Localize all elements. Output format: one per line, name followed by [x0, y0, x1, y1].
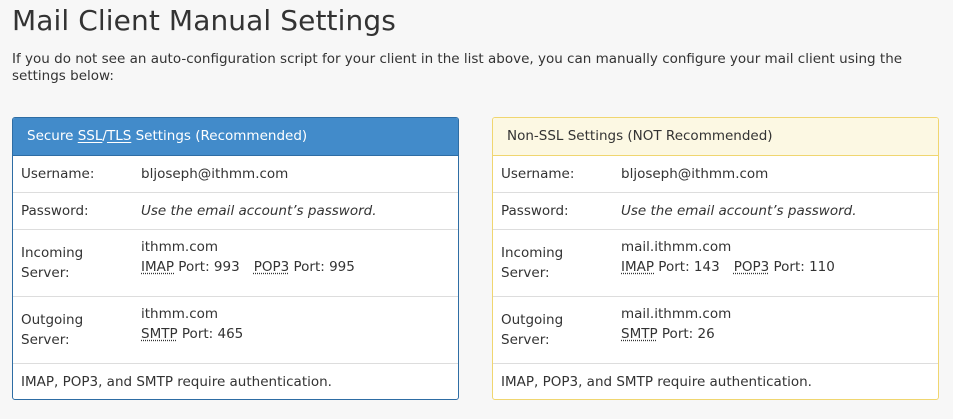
ssl-auth-note-row: IMAP, POP3, and SMTP require authenticat… [13, 364, 458, 399]
ssl-password-value: Use the email account’s password. [141, 203, 377, 219]
ssl-incoming-ports: IMAP Port: 993 POP3 Port: 995 [141, 257, 355, 277]
nonssl-outgoing-row: Outgoing Server: mail.ithmm.com SMTP Por… [493, 297, 938, 364]
tls-abbr: TLS [106, 128, 132, 144]
nonssl-username-row: Username: bljoseph@ithmm.com [493, 156, 938, 193]
nonssl-password-label: Password: [501, 203, 569, 219]
nonssl-panel-heading: Non-SSL Settings (NOT Recommended) [493, 118, 938, 156]
ssl-pop3-port: Port: 995 [289, 259, 355, 275]
nonssl-incoming-value: mail.ithmm.com IMAP Port: 143 POP3 Port: … [621, 237, 835, 277]
ssl-outgoing-host: ithmm.com [141, 306, 219, 322]
ssl-smtp-port: Port: 465 [177, 326, 244, 342]
ssl-incoming-row: Incoming Server: ithmm.com IMAP Port: 99… [13, 230, 458, 297]
nonssl-pop3-abbr: POP3 [733, 259, 770, 275]
ssl-heading-prefix: Secure [27, 128, 78, 144]
ssl-incoming-label: Incoming Server: [21, 245, 84, 281]
nonssl-auth-note: IMAP, POP3, and SMTP require authenticat… [501, 374, 812, 390]
nonssl-smtp-abbr: SMTP [621, 326, 658, 342]
page-title: Mail Client Manual Settings [12, 4, 396, 37]
ssl-panel-heading: Secure SSL/TLS Settings (Recommended) [13, 118, 458, 156]
nonssl-smtp-port: Port: 26 [657, 326, 715, 342]
ssl-password-label: Password: [21, 203, 89, 219]
ssl-username-value: bljoseph@ithmm.com [141, 166, 289, 182]
nonssl-username-label: Username: [501, 166, 575, 182]
ssl-incoming-value: ithmm.com IMAP Port: 993 POP3 Port: 995 [141, 237, 355, 277]
ssl-pop3-abbr: POP3 [253, 259, 290, 275]
nonssl-outgoing-ports: SMTP Port: 26 [621, 324, 731, 344]
nonssl-imap-abbr: IMAP [621, 259, 655, 275]
nonssl-username-value: bljoseph@ithmm.com [621, 166, 769, 182]
nonssl-incoming-ports: IMAP Port: 143 POP3 Port: 110 [621, 257, 835, 277]
ssl-settings-panel: Secure SSL/TLS Settings (Recommended) Us… [12, 117, 459, 400]
ssl-username-row: Username: bljoseph@ithmm.com [13, 156, 458, 193]
nonssl-incoming-label: Incoming Server: [501, 245, 564, 281]
intro-text: If you do not see an auto-configuration … [12, 51, 903, 84]
ssl-heading-suffix: Settings (Recommended) [131, 128, 308, 144]
ssl-auth-note: IMAP, POP3, and SMTP require authenticat… [21, 374, 332, 390]
nonssl-settings-panel: Non-SSL Settings (NOT Recommended) Usern… [492, 117, 939, 400]
ssl-smtp-abbr: SMTP [141, 326, 178, 342]
nonssl-incoming-row: Incoming Server: mail.ithmm.com IMAP Por… [493, 230, 938, 297]
nonssl-password-row: Password: Use the email account’s passwo… [493, 193, 938, 230]
ssl-incoming-host: ithmm.com [141, 239, 219, 255]
nonssl-imap-port: Port: 143 [654, 259, 720, 275]
ssl-outgoing-value: ithmm.com SMTP Port: 465 [141, 304, 243, 344]
nonssl-incoming-host: mail.ithmm.com [621, 239, 732, 255]
nonssl-pop3-port: Port: 110 [769, 259, 835, 275]
nonssl-outgoing-host: mail.ithmm.com [621, 306, 732, 322]
ssl-outgoing-label: Outgoing Server: [21, 312, 84, 348]
ssl-outgoing-ports: SMTP Port: 465 [141, 324, 243, 344]
nonssl-outgoing-value: mail.ithmm.com SMTP Port: 26 [621, 304, 731, 344]
nonssl-password-value: Use the email account’s password. [621, 203, 857, 219]
ssl-imap-port: Port: 993 [174, 259, 240, 275]
ssl-abbr: SSL [77, 128, 103, 144]
ssl-password-row: Password: Use the email account’s passwo… [13, 193, 458, 230]
ssl-username-label: Username: [21, 166, 95, 182]
nonssl-auth-note-row: IMAP, POP3, and SMTP require authenticat… [493, 364, 938, 399]
ssl-outgoing-row: Outgoing Server: ithmm.com SMTP Port: 46… [13, 297, 458, 364]
ssl-imap-abbr: IMAP [141, 259, 175, 275]
nonssl-outgoing-label: Outgoing Server: [501, 312, 564, 348]
